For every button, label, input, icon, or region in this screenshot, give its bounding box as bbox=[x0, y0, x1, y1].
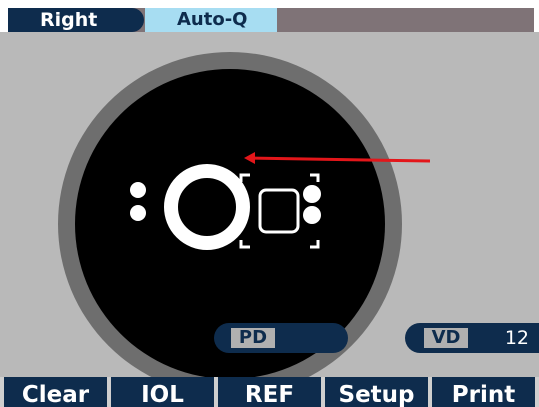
top-bar: Right Auto-Q bbox=[0, 0, 539, 32]
pd-label: PD bbox=[231, 328, 275, 348]
vd-label: VD bbox=[424, 328, 468, 348]
vd-value: 12 bbox=[504, 327, 529, 349]
iol-button[interactable]: IOL bbox=[111, 377, 214, 407]
print-button[interactable]: Print bbox=[432, 377, 535, 407]
right-dot-top bbox=[303, 185, 321, 203]
bottom-bar: Clear IOL REF Setup Print bbox=[0, 377, 539, 407]
ref-button[interactable]: REF bbox=[218, 377, 321, 407]
tab-eye-right[interactable]: Right bbox=[8, 8, 144, 32]
tab-auto-q[interactable]: Auto-Q bbox=[145, 8, 277, 32]
left-dot-bottom bbox=[130, 205, 146, 221]
right-dot-bottom bbox=[303, 206, 321, 224]
left-dot-top bbox=[130, 182, 146, 198]
setup-button[interactable]: Setup bbox=[325, 377, 428, 407]
clear-button[interactable]: Clear bbox=[4, 377, 107, 407]
vd-readout: VD 12 bbox=[405, 323, 539, 353]
pd-readout: PD bbox=[214, 323, 348, 353]
